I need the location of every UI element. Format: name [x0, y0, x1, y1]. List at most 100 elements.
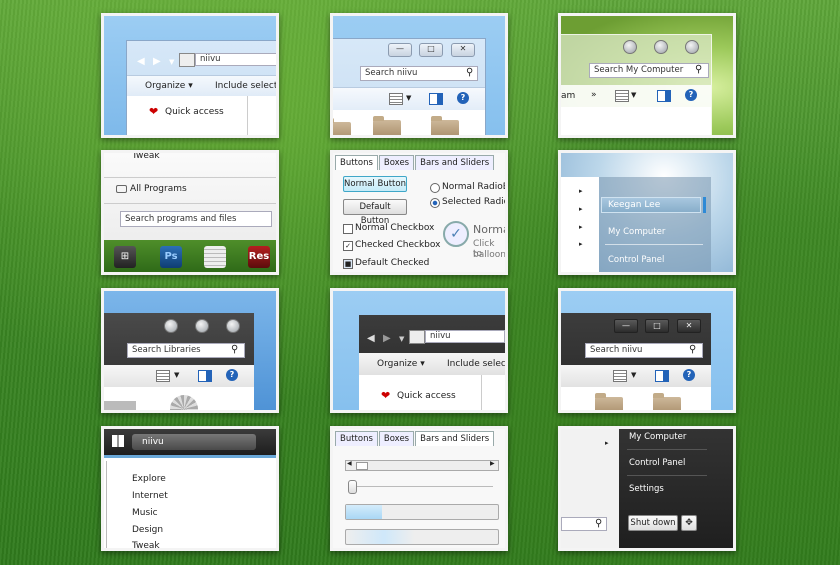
close-button[interactable] — [685, 40, 699, 54]
chevron-right-icon[interactable]: ▸ — [605, 439, 609, 447]
help-icon[interactable]: ? — [226, 369, 238, 381]
maximize-button[interactable] — [195, 319, 209, 333]
resource-hacker-icon[interactable]: Res — [248, 246, 270, 268]
windows-logo-icon[interactable]: ⊞ — [114, 246, 136, 268]
overflow-icon[interactable]: » — [591, 90, 597, 100]
address-bar[interactable]: niivu — [425, 330, 505, 343]
normal-button[interactable]: Normal Button — [343, 176, 407, 192]
notepad-icon[interactable] — [204, 246, 226, 268]
default-checked-checkbox[interactable]: ■ — [343, 259, 353, 269]
chevron-down-icon[interactable]: ▼ — [631, 91, 636, 99]
user-name-item[interactable]: Keegan Lee — [601, 197, 701, 213]
slider-thumb[interactable] — [348, 480, 357, 494]
selected-radio[interactable] — [430, 198, 440, 208]
normal-radio[interactable] — [430, 183, 440, 193]
back-arrow-icon[interactable]: ◀ — [367, 333, 375, 344]
view-icon[interactable] — [615, 90, 629, 102]
scroll-left-icon[interactable]: ◀ — [347, 460, 352, 467]
folder-icon[interactable] — [333, 118, 351, 135]
scroll-thumb[interactable] — [356, 462, 368, 470]
search-input[interactable]: Search niivu — [360, 66, 478, 81]
chevron-right-icon[interactable]: ▸ — [579, 205, 583, 213]
tab-bars-sliders[interactable]: Bars and Sliders — [415, 431, 495, 446]
all-programs-link[interactable]: All Programs — [130, 184, 187, 194]
preview-pane-icon[interactable] — [429, 93, 443, 105]
organize-menu[interactable]: Organize ▾ — [377, 359, 425, 369]
quick-access-link[interactable]: Quick access — [165, 107, 224, 117]
preview-pane-icon[interactable] — [198, 370, 212, 382]
preview-pane-icon[interactable] — [657, 90, 671, 102]
search-input[interactable]: Search niivu — [585, 343, 703, 358]
preview-pane-icon[interactable] — [655, 370, 669, 382]
music-item[interactable]: Music — [132, 508, 158, 518]
folder-icon[interactable] — [653, 393, 681, 410]
tweak-item[interactable]: Tweak — [132, 541, 160, 548]
windows-logo-icon[interactable] — [112, 435, 124, 447]
minimize-button[interactable] — [623, 40, 637, 54]
control-panel-item[interactable]: Control Panel — [629, 458, 685, 468]
shutdown-options-icon[interactable]: ✥ — [681, 515, 697, 531]
minimize-button[interactable] — [164, 319, 178, 333]
slider-track[interactable] — [351, 486, 493, 487]
chevron-down-icon[interactable]: ▼ — [399, 335, 404, 343]
default-button[interactable]: Default Button — [343, 199, 407, 226]
scroll-right-icon[interactable]: ▶ — [490, 460, 495, 467]
minimize-button[interactable]: — — [614, 319, 638, 333]
quick-access-link[interactable]: Quick access — [397, 391, 456, 401]
help-icon[interactable]: ? — [457, 92, 469, 104]
maximize-button[interactable] — [654, 40, 668, 54]
organize-menu[interactable]: Organize ▾ — [145, 81, 193, 91]
disc-icon[interactable] — [170, 395, 198, 410]
close-button[interactable]: ✕ — [451, 43, 475, 57]
explore-item[interactable]: Explore — [132, 474, 166, 484]
internet-item[interactable]: Internet — [132, 491, 168, 501]
help-icon[interactable]: ? — [683, 369, 695, 381]
user-name-pill[interactable]: niivu — [132, 434, 256, 450]
chevron-down-icon[interactable]: ▼ — [406, 94, 411, 102]
tab-buttons[interactable]: Buttons — [335, 155, 378, 170]
forward-arrow-icon[interactable]: ▶ — [383, 333, 391, 344]
maximize-button[interactable]: □ — [419, 43, 443, 57]
progress-bar — [345, 504, 499, 520]
include-menu[interactable]: Include select — [447, 359, 505, 369]
chevron-right-icon[interactable]: ▸ — [579, 187, 583, 195]
include-menu[interactable]: Include selecte — [215, 81, 276, 91]
close-button[interactable] — [226, 319, 240, 333]
chevron-down-icon[interactable]: ▼ — [169, 58, 174, 66]
address-bar[interactable]: niivu — [195, 53, 276, 66]
design-item[interactable]: Design — [132, 525, 163, 535]
tab-boxes[interactable]: Boxes — [378, 431, 415, 446]
view-icon[interactable] — [156, 370, 170, 382]
shutdown-button[interactable]: Shut down — [628, 515, 678, 531]
folder-icon[interactable] — [431, 116, 459, 135]
search-programs-input[interactable]: Search programs and files — [120, 211, 272, 227]
maximize-button[interactable]: □ — [645, 319, 669, 333]
checked-checkbox[interactable]: ✓ — [343, 241, 353, 251]
folder-icon[interactable] — [373, 116, 401, 135]
control-panel-item[interactable]: Control Panel — [608, 255, 664, 265]
back-arrow-icon[interactable]: ◀ — [137, 56, 145, 67]
my-computer-item[interactable]: My Computer — [608, 227, 665, 237]
forward-arrow-icon[interactable]: ▶ — [153, 56, 161, 67]
tab-buttons[interactable]: Buttons — [335, 431, 378, 446]
chevron-right-icon[interactable]: ▸ — [579, 223, 583, 231]
search-input[interactable]: Search Libraries — [127, 343, 245, 358]
photoshop-icon[interactable]: Ps — [160, 246, 182, 268]
help-icon[interactable]: ? — [685, 89, 697, 101]
horizontal-scrollbar[interactable]: ◀ ▶ — [345, 460, 499, 471]
view-icon[interactable] — [389, 93, 403, 105]
minimize-button[interactable]: — — [388, 43, 412, 57]
normal-checkbox[interactable] — [343, 224, 353, 234]
tab-boxes[interactable]: Boxes — [378, 155, 415, 170]
view-icon[interactable] — [613, 370, 627, 382]
tab-bars-sliders[interactable]: Bars and Sliders — [415, 155, 495, 170]
search-input[interactable]: Search My Computer — [589, 63, 709, 78]
tweak-item[interactable]: Tweak — [132, 153, 160, 161]
chevron-down-icon[interactable]: ▼ — [631, 371, 636, 379]
settings-item[interactable]: Settings — [629, 484, 664, 494]
chevron-down-icon[interactable]: ▼ — [174, 371, 179, 379]
chevron-right-icon[interactable]: ▸ — [579, 240, 583, 248]
my-computer-item[interactable]: My Computer — [629, 432, 686, 442]
folder-icon[interactable] — [595, 393, 623, 410]
close-button[interactable]: ✕ — [677, 319, 701, 333]
